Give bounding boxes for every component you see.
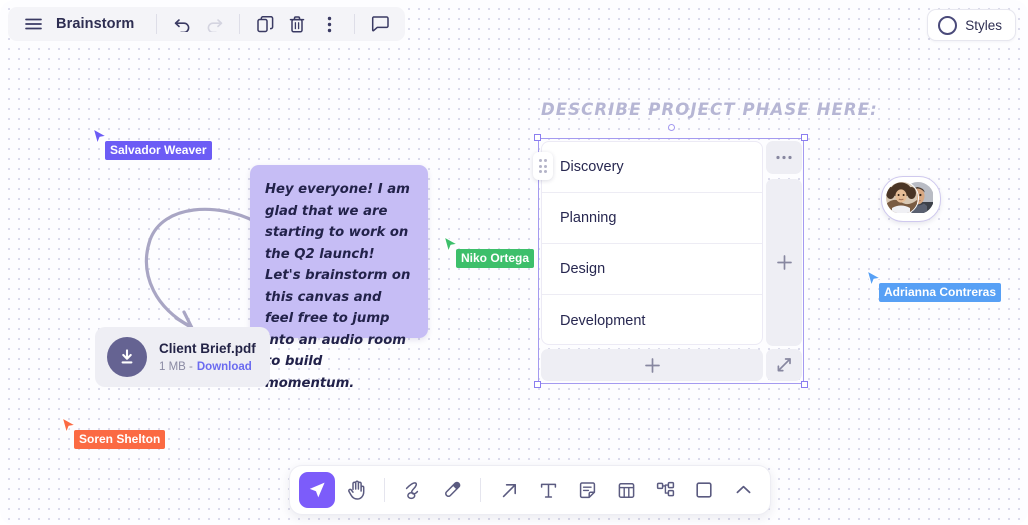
circle-outline-icon <box>938 15 958 35</box>
audio-room-avatars[interactable] <box>881 176 941 222</box>
shape-tool[interactable] <box>686 472 722 508</box>
file-name-label: Client Brief.pdf <box>159 340 256 356</box>
cursor-label: Salvador Weaver <box>105 141 212 160</box>
file-download-link[interactable]: Download <box>197 361 252 373</box>
table-more-button[interactable] <box>766 141 802 174</box>
avatar <box>885 181 919 215</box>
chevron-up-icon[interactable] <box>725 472 761 508</box>
trash-icon[interactable] <box>282 9 312 39</box>
file-size-label: 1 MB - <box>159 360 193 373</box>
cursor-label: Niko Ortega <box>456 249 535 268</box>
rotate-handle[interactable] <box>667 124 675 131</box>
duplicate-icon[interactable] <box>250 9 280 39</box>
arrow-tool[interactable] <box>491 472 527 508</box>
download-icon <box>107 337 147 377</box>
page-title: Brainstorm <box>56 16 135 32</box>
eraser-tool[interactable] <box>434 472 470 508</box>
table-tool[interactable] <box>608 472 644 508</box>
undo-icon[interactable] <box>167 9 197 39</box>
top-toolbar: Brainstorm <box>8 7 406 41</box>
redo-icon[interactable] <box>199 9 229 39</box>
table-row[interactable]: Planning <box>542 193 762 244</box>
bottom-divider-1 <box>384 478 385 502</box>
hamburger-menu-icon[interactable] <box>18 9 48 39</box>
styles-button[interactable]: Styles <box>927 9 1016 41</box>
bottom-toolbar <box>289 465 771 515</box>
resize-handle-top-left[interactable] <box>534 134 541 141</box>
cursor-label: Soren Shelton <box>74 430 166 449</box>
hand-tool[interactable] <box>338 472 374 508</box>
table-row[interactable]: Discovery <box>542 142 762 193</box>
whiteboard-app: Brainstorm Styles DESCRIBE PROJECT PHASE… <box>0 0 1028 525</box>
resize-handle-bottom-left[interactable] <box>534 381 541 388</box>
collaborator-cursor-adrianna-contreras: Adrianna Contreras <box>866 270 1002 302</box>
table-row[interactable]: Development <box>542 295 762 344</box>
bottom-divider-2 <box>480 478 481 502</box>
sticky-note-text: Hey everyone! I am glad that we are star… <box>265 182 411 391</box>
file-info: Client Brief.pdf 1 MB - Download <box>159 340 256 375</box>
toolbar-divider-1 <box>156 14 158 34</box>
table-rows-container: Discovery Planning Design Development <box>541 141 763 345</box>
collaborator-cursor-soren-shelton: Soren Shelton <box>61 417 166 449</box>
file-attachment-card[interactable]: Client Brief.pdf 1 MB - Download <box>95 327 270 387</box>
sticky-note[interactable]: Hey everyone! I am glad that we are star… <box>250 165 428 391</box>
sticky-note-tool[interactable] <box>569 472 605 508</box>
phase-heading-text[interactable]: DESCRIBE PROJECT PHASE HERE: <box>541 100 878 119</box>
table-row[interactable]: Design <box>542 244 762 295</box>
collaborator-cursor-salvador-weaver: Salvador Weaver <box>92 128 212 160</box>
resize-diagonal-icon[interactable] <box>766 349 802 381</box>
add-row-button[interactable] <box>541 349 763 381</box>
toolbar-divider-3 <box>354 14 356 34</box>
file-meta: 1 MB - Download <box>159 359 256 375</box>
text-tool[interactable] <box>530 472 566 508</box>
more-vertical-icon[interactable] <box>314 9 344 39</box>
resize-handle-top-right[interactable] <box>801 134 808 141</box>
table-widget[interactable]: Discovery Planning Design Development <box>533 124 808 388</box>
drag-dots-icon[interactable] <box>533 152 553 180</box>
collaborator-cursor-niko-ortega: Niko Ortega <box>443 236 535 268</box>
select-tool[interactable] <box>299 472 335 508</box>
toolbar-divider-2 <box>239 14 241 34</box>
pen-tool[interactable] <box>395 472 431 508</box>
comment-icon[interactable] <box>365 9 395 39</box>
styles-button-label: Styles <box>965 17 1002 33</box>
cursor-label: Adrianna Contreras <box>879 283 1002 302</box>
resize-handle-bottom-right[interactable] <box>801 381 808 388</box>
add-column-button[interactable] <box>766 179 802 346</box>
mindmap-tool[interactable] <box>647 472 683 508</box>
